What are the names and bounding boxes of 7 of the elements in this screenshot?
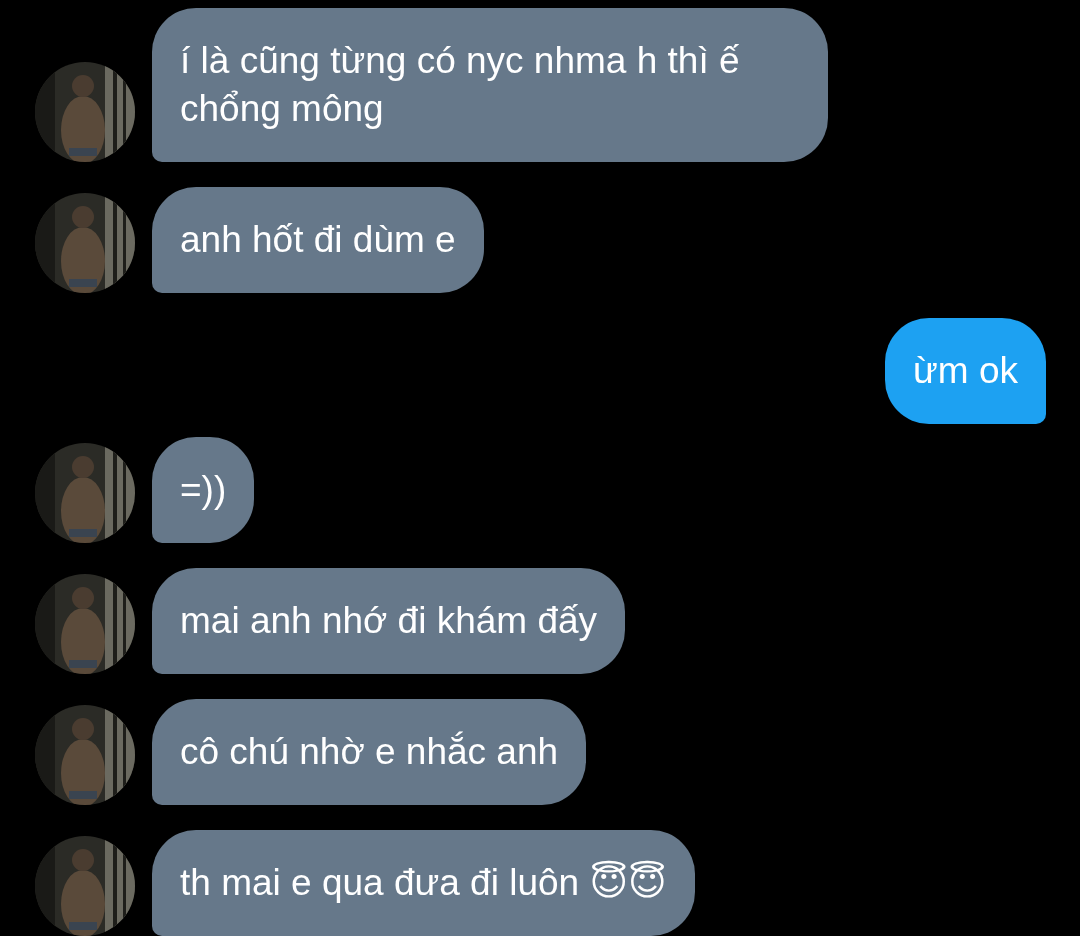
message-bubble: ừm ok <box>885 318 1046 424</box>
message-bubble: anh hốt đi dùm e <box>152 187 484 293</box>
message-bubble: cô chú nhờ e nhắc anh <box>152 699 587 805</box>
message-bubble: í là cũng từng có nyc nhma h thì ế chổng mông <box>152 8 828 162</box>
message-bubble: =)) <box>152 437 255 543</box>
message-bubble: mai anh nhớ đi khám đấy <box>152 568 626 674</box>
message-bubble: th mai e qua đưa đi luôn 😇😇 <box>152 830 695 936</box>
